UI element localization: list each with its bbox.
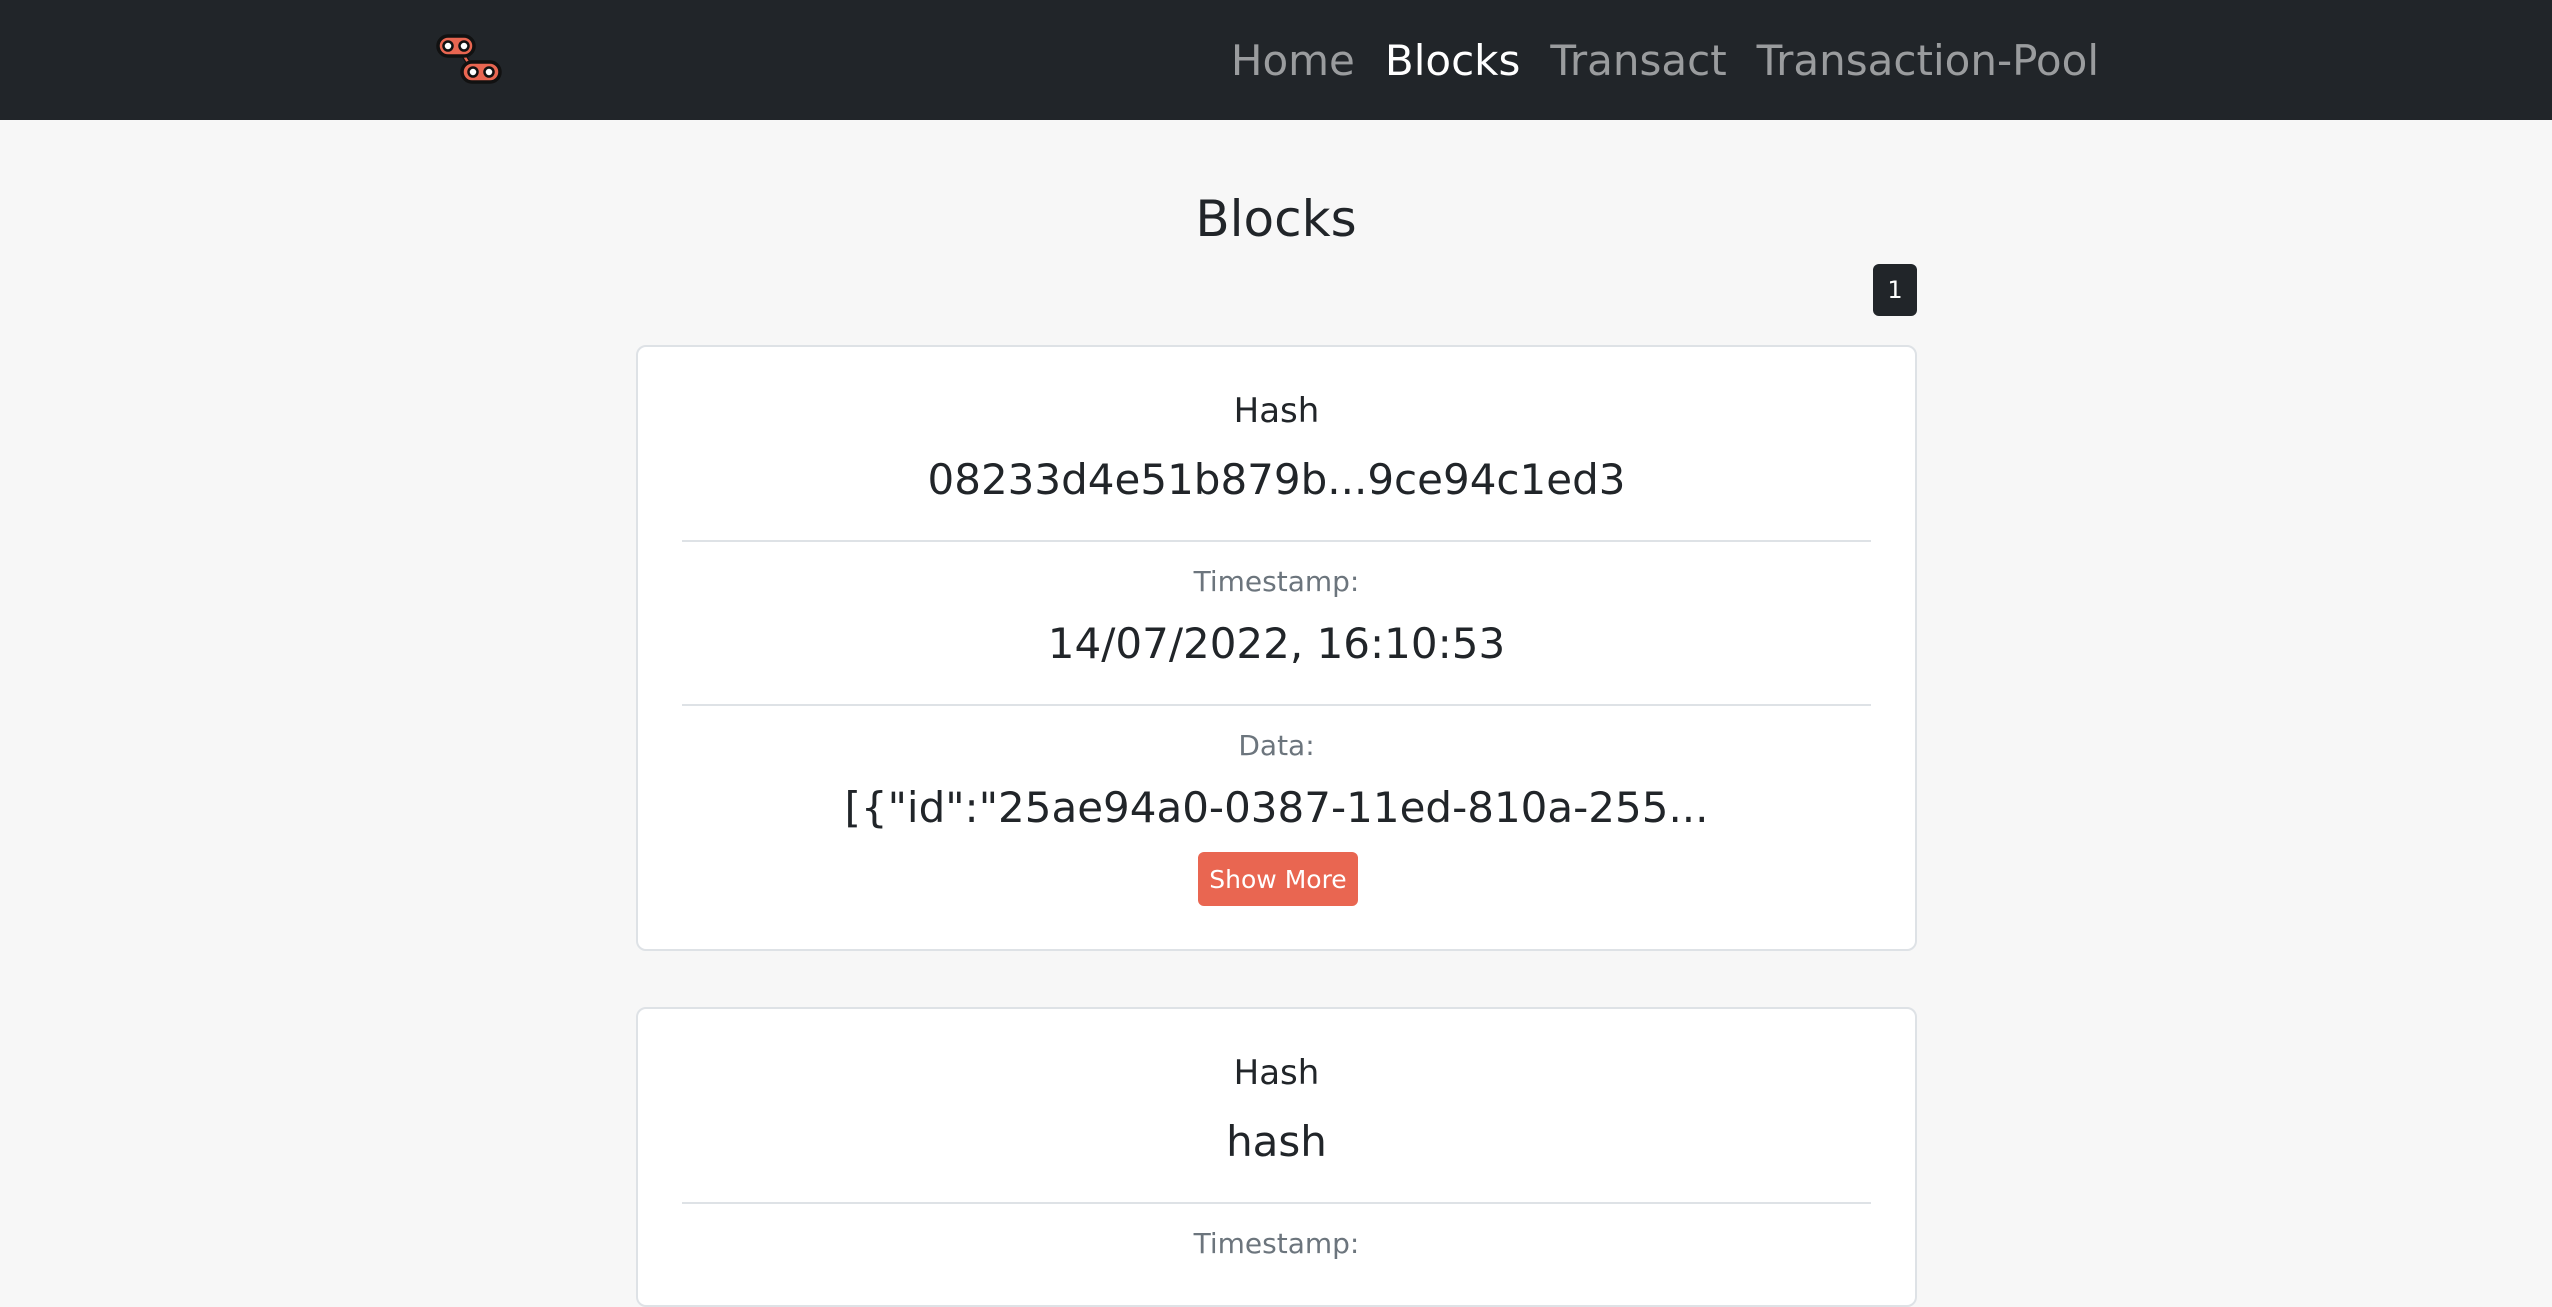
- nav-link-blocks[interactable]: Blocks: [1385, 36, 1520, 85]
- show-more-button[interactable]: Show More: [1198, 852, 1358, 906]
- hash-label: Hash: [1233, 391, 1320, 431]
- navbar: Home Blocks Transact Transaction-Pool: [0, 0, 2552, 120]
- divider: [682, 540, 1871, 542]
- nav-link-transaction-pool[interactable]: Transaction-Pool: [1757, 36, 2099, 85]
- data-value: [{"id":"25ae94a0-0387-11ed-810a-255...: [844, 783, 1709, 832]
- nav-link-transact[interactable]: Transact: [1550, 36, 1726, 85]
- timestamp-label: Timestamp:: [1193, 565, 1360, 598]
- page-title: Blocks: [1195, 190, 1357, 248]
- block-card: Hash 08233d4e51b879b...9ce94c1ed3 Timest…: [636, 345, 1917, 951]
- timestamp-label: Timestamp:: [1193, 1227, 1360, 1260]
- timestamp-value: 14/07/2022, 16:10:53: [1047, 619, 1506, 668]
- hash-label: Hash: [1233, 1053, 1320, 1093]
- divider: [682, 704, 1871, 706]
- chain-logo-icon[interactable]: [436, 30, 504, 88]
- hash-value: 08233d4e51b879b...9ce94c1ed3: [927, 455, 1626, 504]
- block-card: Hash hash Timestamp:: [636, 1007, 1917, 1307]
- hash-value: hash: [1226, 1117, 1327, 1166]
- pagination-page-1-button[interactable]: 1: [1873, 264, 1917, 316]
- divider: [682, 1202, 1871, 1204]
- nav-links: Home Blocks Transact Transaction-Pool: [1231, 0, 2099, 120]
- nav-link-home[interactable]: Home: [1231, 36, 1355, 85]
- data-label: Data:: [1238, 729, 1315, 762]
